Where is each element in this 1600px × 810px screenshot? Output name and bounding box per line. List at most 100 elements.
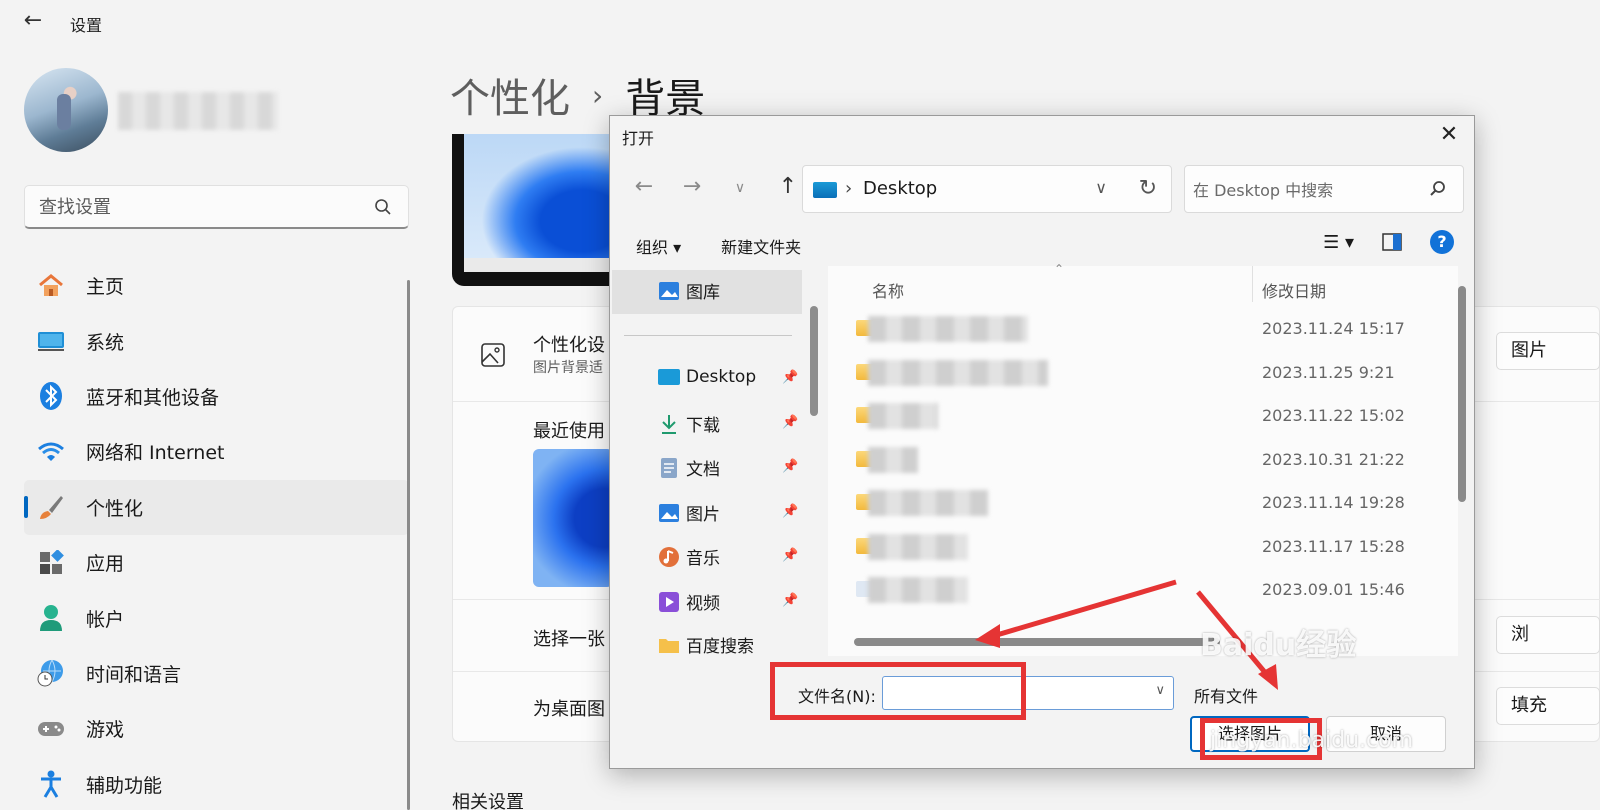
nav-pane-item-documents[interactable]: 文档 bbox=[658, 455, 720, 480]
sidebar-item-label: 应用 bbox=[86, 553, 125, 576]
chevron-down-icon[interactable]: ∨ bbox=[1155, 683, 1165, 698]
bluetooth-icon bbox=[36, 381, 66, 411]
nav-pane-item-gallery[interactable]: 图库 bbox=[658, 278, 720, 303]
pin-icon[interactable]: 📌 bbox=[782, 593, 798, 608]
sidebar-item-time-language[interactable]: 时间和语言 bbox=[24, 646, 409, 701]
sidebar-item-label: 辅助功能 bbox=[86, 774, 163, 797]
preview-pane-icon[interactable] bbox=[1382, 233, 1402, 251]
organize-button[interactable]: 组织 ▾ bbox=[636, 234, 681, 258]
sidebar-item-accessibility[interactable]: 辅助功能 bbox=[24, 757, 409, 810]
close-icon[interactable]: ✕ bbox=[1434, 120, 1464, 150]
sidebar-item-label: 网络和 Internet bbox=[86, 442, 225, 465]
file-name-redacted bbox=[868, 577, 968, 603]
forward-arrow-icon[interactable]: → bbox=[676, 174, 708, 199]
divider bbox=[624, 335, 792, 336]
baidu-watermark: Baidu经验 bbox=[1200, 628, 1357, 663]
globe-clock-icon bbox=[36, 658, 66, 688]
accessibility-icon bbox=[36, 769, 66, 799]
nav-pane-label: 音乐 bbox=[686, 549, 720, 569]
address-bar[interactable]: › Desktop ∨ ↻ bbox=[802, 165, 1172, 213]
file-row[interactable]: 2023.11.22 15:02 bbox=[828, 395, 1458, 439]
sidebar-item-personalization[interactable]: 个性化 bbox=[24, 479, 409, 535]
desktop-preview bbox=[452, 134, 612, 286]
sidebar-item-label: 系统 bbox=[86, 331, 125, 354]
sidebar-item-bluetooth[interactable]: 蓝牙和其他设备 bbox=[24, 369, 409, 424]
sidebar-item-accounts[interactable]: 帐户 bbox=[24, 590, 409, 645]
preview-taskbar bbox=[464, 258, 612, 272]
account-icon bbox=[36, 603, 66, 633]
sidebar-item-home[interactable]: 主页 bbox=[24, 258, 409, 313]
recent-image-thumbnail[interactable] bbox=[533, 449, 613, 587]
sidebar-item-network[interactable]: 网络和 Internet bbox=[24, 424, 409, 479]
nav-pane-scrollbar[interactable] bbox=[810, 306, 818, 416]
search-input[interactable] bbox=[39, 195, 359, 219]
gallery-icon bbox=[658, 280, 680, 302]
file-name-redacted bbox=[868, 533, 968, 560]
sidebar-item-apps[interactable]: 应用 bbox=[24, 535, 409, 590]
nav-pane-item-downloads[interactable]: 下载 bbox=[658, 411, 720, 436]
sidebar-item-gaming[interactable]: 游戏 bbox=[24, 701, 409, 756]
settings-search[interactable] bbox=[24, 185, 409, 229]
browse-photos-button[interactable]: 浏 bbox=[1496, 616, 1600, 654]
nav-pane-label: 下载 bbox=[686, 416, 720, 436]
apps-icon bbox=[36, 548, 66, 578]
nav-pane-item-music[interactable]: 音乐 bbox=[658, 544, 720, 569]
background-type-dropdown[interactable]: 图片 bbox=[1496, 332, 1600, 370]
file-row[interactable]: 2023.11.24 15:17 bbox=[828, 308, 1458, 352]
file-date: 2023.09.01 15:46 bbox=[1262, 580, 1405, 599]
search-icon bbox=[375, 199, 391, 215]
back-arrow-icon[interactable]: ← bbox=[18, 6, 48, 36]
pin-icon[interactable]: 📌 bbox=[782, 548, 798, 563]
pin-icon[interactable]: 📌 bbox=[782, 459, 798, 474]
pin-icon[interactable]: 📌 bbox=[782, 504, 798, 519]
up-arrow-icon[interactable]: ↑ bbox=[772, 174, 804, 199]
file-row[interactable]: 2023.11.14 19:28 bbox=[828, 482, 1458, 526]
view-controls: ☰ ▾ ? bbox=[1323, 230, 1454, 254]
help-icon[interactable]: ? bbox=[1430, 230, 1454, 254]
fit-dropdown[interactable]: 填充 bbox=[1496, 687, 1600, 725]
file-date: 2023.11.24 15:17 bbox=[1262, 319, 1405, 338]
nav-pane-label: Desktop bbox=[686, 367, 757, 387]
dialog-search-input[interactable] bbox=[1193, 178, 1423, 202]
dialog-search[interactable] bbox=[1184, 165, 1464, 213]
chevron-down-icon[interactable]: ∨ bbox=[1095, 178, 1107, 197]
preview-wallpaper bbox=[464, 134, 612, 258]
filetype-dropdown[interactable]: 所有文件 bbox=[1190, 676, 1450, 710]
nav-scrollbar[interactable] bbox=[407, 280, 410, 810]
file-date: 2023.11.17 15:28 bbox=[1262, 536, 1405, 556]
file-list-vertical-scrollbar[interactable] bbox=[1458, 286, 1466, 502]
column-header-modified[interactable]: 修改日期 bbox=[1262, 278, 1326, 302]
avatar[interactable] bbox=[24, 68, 108, 152]
recent-locations-chevron-icon[interactable]: ∨ bbox=[724, 174, 756, 199]
new-folder-button[interactable]: 新建文件夹 bbox=[721, 234, 801, 258]
column-header-name[interactable]: 名称 bbox=[872, 278, 904, 302]
choose-fit-label: 为桌面图 bbox=[533, 699, 605, 720]
nav-pane-item-desktop[interactable]: Desktop bbox=[658, 366, 756, 388]
file-date: 2023.11.14 19:28 bbox=[1262, 493, 1405, 512]
pin-icon[interactable]: 📌 bbox=[782, 415, 798, 430]
address-path[interactable]: Desktop bbox=[863, 178, 937, 199]
file-row[interactable]: 2023.10.31 21:22 bbox=[828, 439, 1458, 483]
file-name-redacted bbox=[868, 403, 938, 429]
file-row[interactable]: 2023.09.01 15:46 bbox=[828, 569, 1458, 613]
breadcrumb-personalization[interactable]: 个性化 bbox=[450, 66, 570, 124]
file-list-horizontal-scrollbar[interactable] bbox=[854, 638, 1220, 646]
pin-icon[interactable]: 📌 bbox=[782, 370, 798, 385]
file-row[interactable]: 2023.11.25 9:21 bbox=[828, 352, 1458, 396]
nav-pane-item-pictures[interactable]: 图片 bbox=[658, 500, 720, 525]
nav-pane-item-videos[interactable]: 视频 bbox=[658, 589, 720, 614]
file-row[interactable]: 2023.11.17 15:28 bbox=[828, 526, 1458, 570]
refresh-icon[interactable]: ↻ bbox=[1139, 176, 1157, 201]
nav-pane-label: 图片 bbox=[686, 505, 720, 525]
view-options-icon[interactable]: ☰ ▾ bbox=[1323, 232, 1354, 253]
column-divider[interactable] bbox=[1252, 266, 1253, 302]
nav-pane-item-baidu-search[interactable]: 百度搜索 bbox=[658, 632, 754, 657]
open-file-dialog: 打开 ✕ ← → ∨ ↑ › Desktop ∨ ↻ 组织 ▾ 新建文件夹 ☰ … bbox=[609, 115, 1475, 769]
chevron-right-icon[interactable]: › bbox=[845, 178, 852, 199]
music-icon bbox=[658, 546, 680, 568]
nav-pane-label: 图库 bbox=[686, 283, 720, 303]
sidebar-item-label: 时间和语言 bbox=[86, 663, 182, 686]
back-arrow-icon[interactable]: ← bbox=[628, 174, 660, 199]
sidebar-item-label: 蓝牙和其他设备 bbox=[86, 386, 220, 409]
sidebar-item-system[interactable]: 系统 bbox=[24, 313, 409, 368]
